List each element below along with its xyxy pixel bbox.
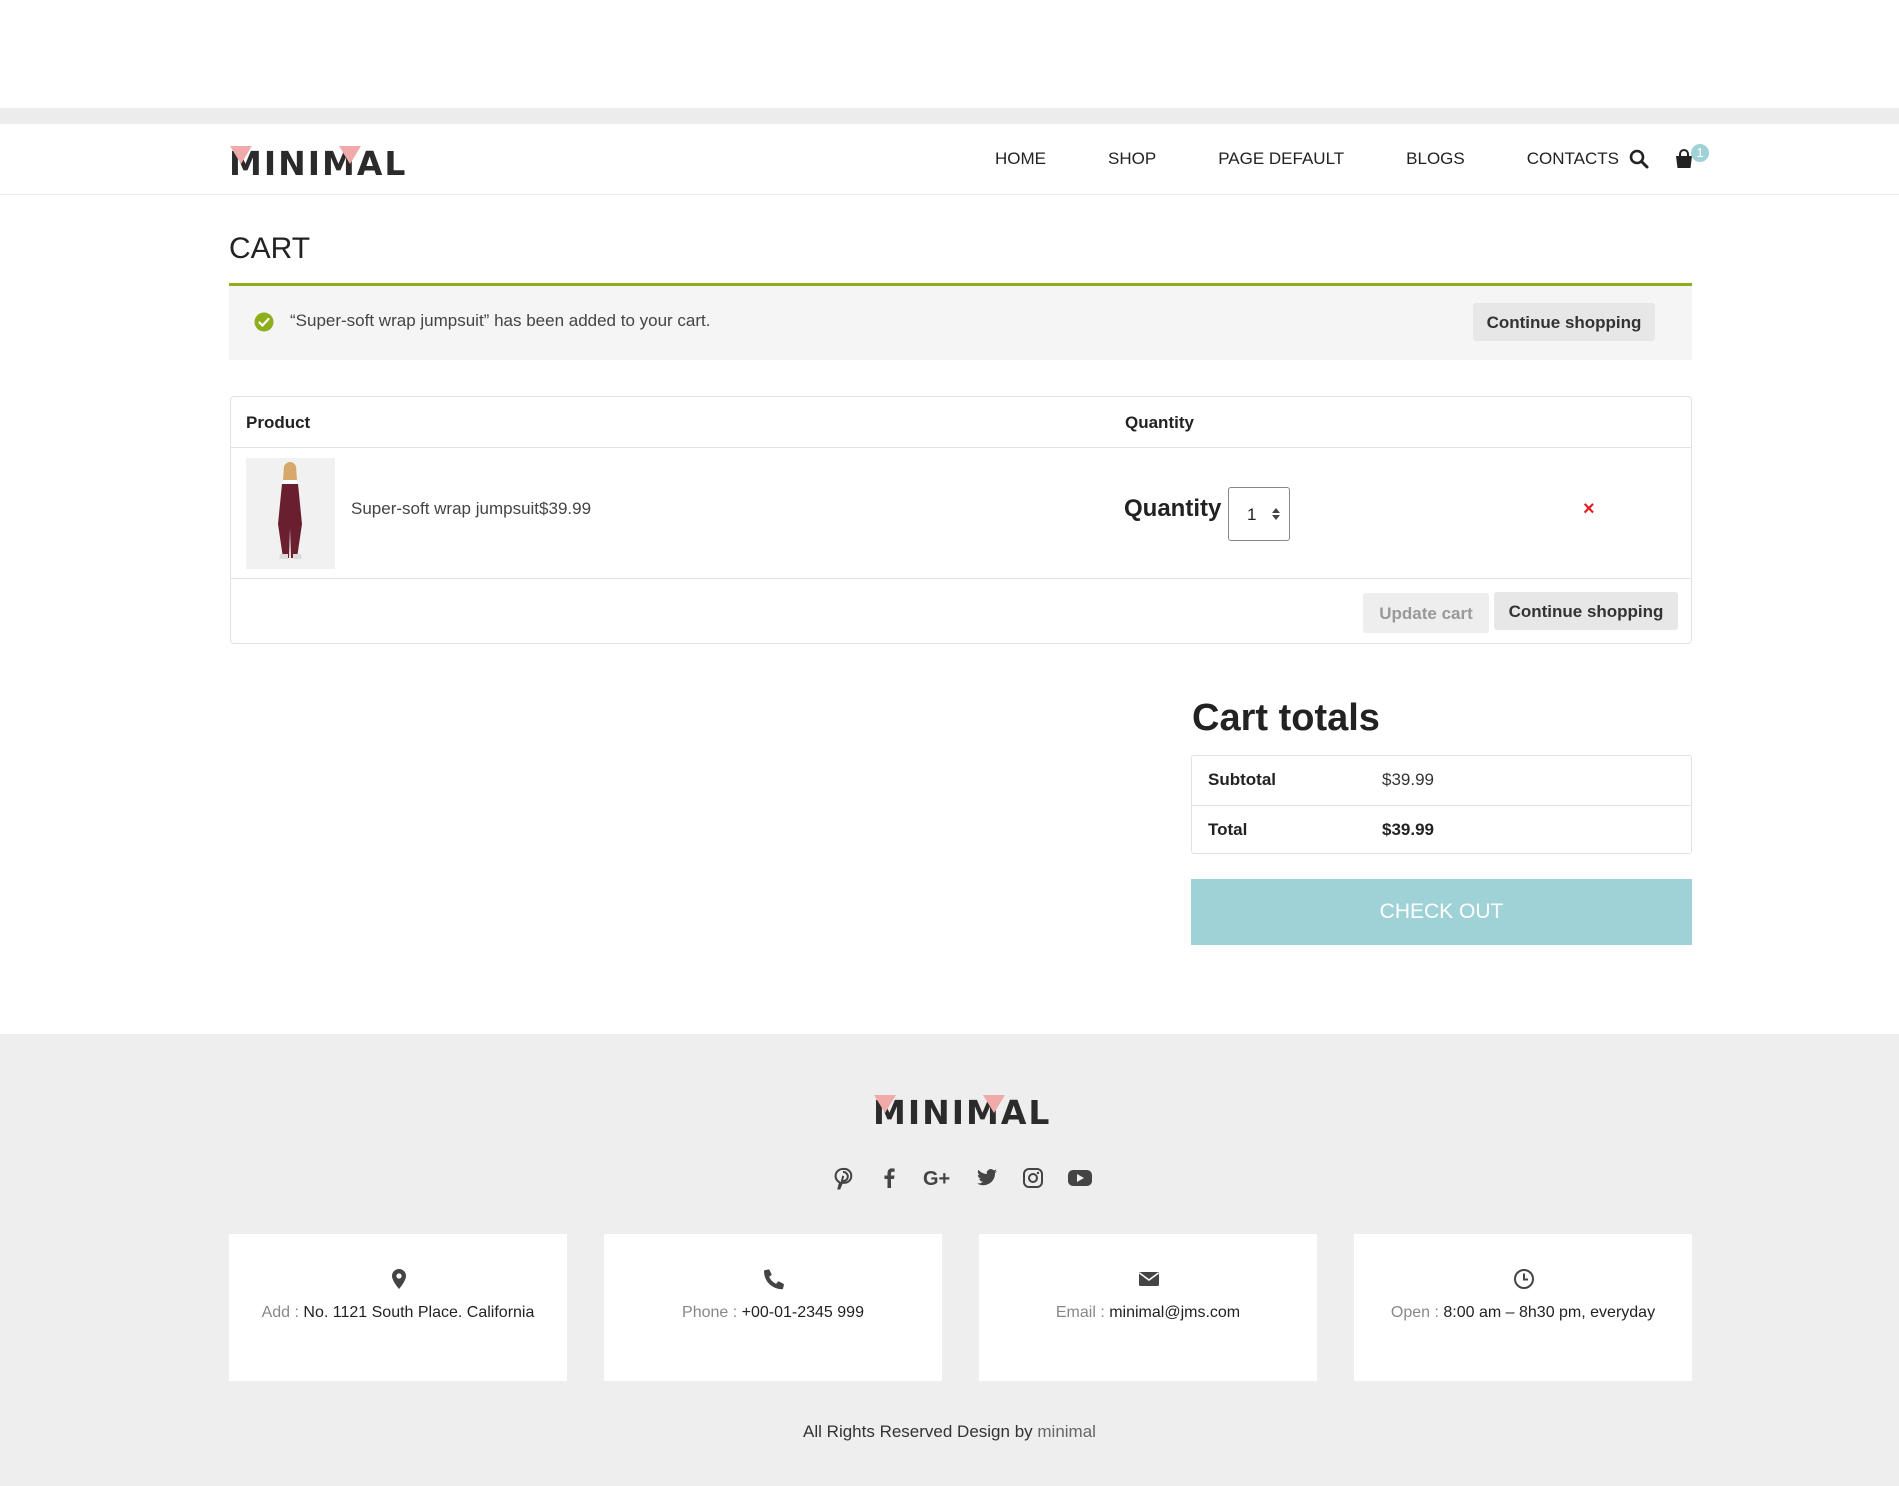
address-value: No. 1121 South Place. California [303,1304,535,1321]
remove-item-button[interactable]: × [1583,498,1595,521]
clock-icon [1514,1269,1534,1289]
quantity-label: Quantity [1124,495,1222,522]
cart-totals-table: Subtotal $39.99 Total $39.99 [1191,755,1692,854]
nav-contacts[interactable]: CONTACTS [1527,149,1619,169]
nav-page-default[interactable]: PAGE DEFAULT [1218,149,1344,169]
cart-totals-title: Cart totals [1192,697,1380,739]
info-box-email: Email : minimal@jms.com [979,1234,1317,1381]
cart-count-badge: 1 [1691,144,1709,162]
info-box-hours: Open : 8:00 am – 8h30 pm, everyday [1354,1234,1692,1381]
info-box-address: Add : No. 1121 South Place. California [229,1234,567,1381]
logo-triangle-left [230,146,252,164]
footer-logo-triangle-right [983,1095,1005,1113]
search-icon[interactable] [1628,148,1650,170]
notice-message: “Super-soft wrap jumpsuit” has been adde… [290,311,711,330]
phone-label: Phone : [682,1304,738,1321]
envelope-icon [1139,1272,1159,1286]
cart-notice: “Super-soft wrap jumpsuit” has been adde… [229,283,1692,360]
site-logo[interactable]: MINIMAL [229,144,407,183]
subtotal-row: Subtotal $39.99 [1192,756,1691,806]
spinner-arrows-icon[interactable] [1271,507,1281,521]
email-value[interactable]: minimal@jms.com [1109,1304,1240,1321]
logo-triangle-right [339,146,361,164]
product-name-price[interactable]: Super-soft wrap jumpsuit$39.99 [351,499,591,519]
continue-shopping-button[interactable]: Continue shopping [1494,592,1678,630]
map-pin-icon [392,1269,406,1289]
email-text: Email : minimal@jms.com [979,1304,1317,1322]
facebook-icon[interactable] [877,1166,901,1190]
address-text: Add : No. 1121 South Place. California [229,1304,567,1322]
product-thumbnail[interactable] [246,458,335,569]
product-image [246,458,335,569]
address-label: Add : [261,1304,299,1321]
social-links: G+ [831,1166,1115,1190]
footer-logo-triangle-left [874,1095,896,1113]
phone-text: Phone : +00-01-2345 999 [604,1304,942,1322]
page-title: CART [229,232,311,265]
checkout-button[interactable]: CHECK OUT [1191,879,1692,945]
notice-continue-shopping-button[interactable]: Continue shopping [1473,303,1655,341]
quantity-stepper[interactable]: 1 [1228,487,1290,541]
top-blank-band [0,0,1899,108]
column-quantity: Quantity [1125,413,1194,432]
copyright: All Rights Reserved Design by minimal [0,1422,1899,1442]
footer-logo-text: MINIMAL [873,1093,1052,1132]
product-name[interactable]: Super-soft wrap jumpsuit [351,499,539,518]
youtube-icon[interactable] [1067,1166,1093,1190]
cart-table-header: Product Quantity [231,397,1691,448]
column-product: Product [246,413,311,432]
top-divider-strip [0,108,1899,124]
svg-text:G+: G+ [923,1168,950,1190]
email-label: Email : [1055,1304,1105,1321]
nav-shop[interactable]: SHOP [1108,149,1156,169]
main-nav: HOME SHOP PAGE DEFAULT BLOGS CONTACTS [933,124,1619,194]
cart-table: Product Quantity Super-soft wrap jumpsui… [230,396,1692,644]
total-row: Total $39.99 [1192,806,1691,855]
table-row: Super-soft wrap jumpsuit$39.99 Quantity … [231,447,1691,579]
subtotal-label: Subtotal [1208,770,1276,789]
pinterest-icon[interactable] [831,1166,855,1190]
twitter-icon[interactable] [975,1166,999,1190]
logo-text: MINIMAL [229,144,408,183]
footer-logo[interactable]: MINIMAL [873,1093,1051,1132]
instagram-icon[interactable] [1021,1166,1045,1190]
copyright-text: All Rights Reserved Design by [803,1422,1033,1441]
info-box-phone: Phone : +00-01-2345 999 [604,1234,942,1381]
nav-home[interactable]: HOME [995,149,1046,169]
hours-text: Open : 8:00 am – 8h30 pm, everyday [1354,1304,1692,1322]
quantity-value[interactable]: 1 [1247,505,1256,525]
total-label: Total [1208,820,1248,839]
update-cart-button[interactable]: Update cart [1363,593,1489,633]
hours-value: 8:00 am – 8h30 pm, everyday [1443,1304,1656,1321]
check-circle-icon [254,312,274,332]
subtotal-value: $39.99 [1382,770,1434,789]
copyright-brand-link[interactable]: minimal [1037,1422,1096,1441]
site-header: MINIMAL HOME SHOP PAGE DEFAULT BLOGS CON… [0,124,1899,195]
site-footer: MINIMAL G+ Add : No. 1121 South Place. C… [0,1034,1899,1486]
product-price: $39.99 [539,499,592,518]
total-value: $39.99 [1382,820,1434,839]
google-plus-icon[interactable]: G+ [923,1166,953,1190]
nav-blogs[interactable]: BLOGS [1406,149,1465,169]
hours-label: Open : [1390,1304,1439,1321]
phone-icon [763,1269,784,1290]
phone-value[interactable]: +00-01-2345 999 [742,1304,864,1321]
